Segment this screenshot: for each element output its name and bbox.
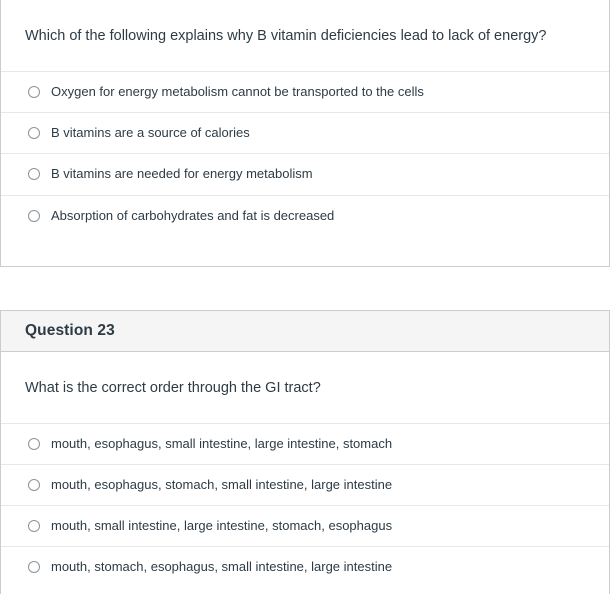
radio-unselected-icon[interactable] — [28, 86, 40, 99]
question-card: Which of the following explains why B vi… — [0, 0, 610, 267]
quiz-page: Which of the following explains why B vi… — [0, 0, 610, 594]
radio-unselected-icon[interactable] — [28, 520, 40, 533]
answer-options-list: Oxygen for energy metabolism cannot be t… — [1, 71, 609, 266]
question-card: Question 23 What is the correct order th… — [0, 309, 610, 594]
answer-option-label: mouth, small intestine, large intestine,… — [51, 518, 393, 534]
answer-option-row[interactable]: mouth, small intestine, large intestine,… — [1, 505, 609, 546]
question-prompt: Which of the following explains why B vi… — [25, 28, 547, 44]
answer-option-label: Oxygen for energy metabolism cannot be t… — [51, 84, 424, 100]
answer-option-label: mouth, stomach, esophagus, small intesti… — [51, 559, 393, 575]
radio-unselected-icon[interactable] — [28, 437, 40, 450]
radio-unselected-icon[interactable] — [28, 561, 40, 574]
answer-options-list: mouth, esophagus, small intestine, large… — [1, 422, 609, 594]
answer-option-label: Absorption of carbohydrates and fat is d… — [51, 207, 335, 223]
answer-option-row[interactable]: Absorption of carbohydrates and fat is d… — [1, 194, 609, 236]
radio-unselected-icon[interactable] — [28, 127, 40, 140]
answer-option-row[interactable]: mouth, esophagus, stomach, small intesti… — [1, 463, 609, 505]
answer-option-label: B vitamins are needed for energy metabol… — [51, 166, 313, 182]
radio-unselected-icon[interactable] — [28, 209, 40, 222]
question-prompt: What is the correct order through the GI… — [25, 379, 321, 396]
answer-option-row[interactable]: mouth, stomach, esophagus, small intesti… — [1, 546, 609, 587]
radio-unselected-icon[interactable] — [28, 168, 40, 181]
answer-option-row[interactable]: mouth, esophagus, small intestine, large… — [1, 422, 609, 464]
answer-option-row[interactable]: B vitamins are needed for energy metabol… — [1, 153, 609, 194]
answer-option-label: mouth, esophagus, small intestine, large… — [51, 435, 393, 451]
card-spacer — [0, 266, 610, 310]
answer-option-label: B vitamins are a source of calories — [51, 125, 250, 141]
question-body: What is the correct order through the GI… — [1, 352, 609, 594]
answer-option-label: mouth, esophagus, stomach, small intesti… — [51, 476, 393, 492]
answer-option-row[interactable]: B vitamins are a source of calories — [1, 112, 609, 153]
question-number-label: Question 23 — [25, 321, 115, 339]
answer-option-row[interactable]: Oxygen for energy metabolism cannot be t… — [1, 71, 609, 112]
question-header: Question 23 — [1, 310, 609, 352]
question-body: Which of the following explains why B vi… — [1, 0, 609, 266]
radio-unselected-icon[interactable] — [28, 479, 40, 492]
